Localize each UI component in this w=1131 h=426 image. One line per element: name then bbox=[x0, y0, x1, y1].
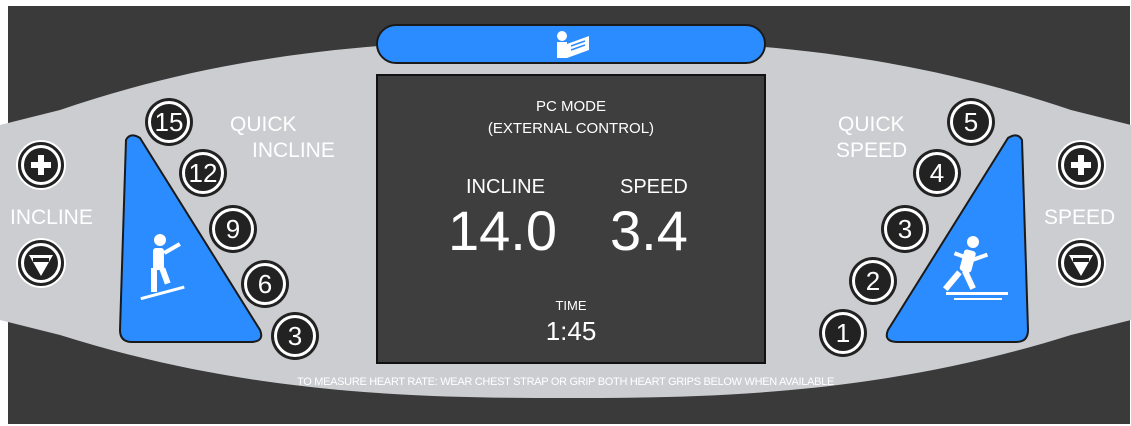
mode-line1: PC MODE bbox=[535, 98, 606, 115]
speed-up-button[interactable] bbox=[1058, 142, 1104, 188]
incline-down-button[interactable] bbox=[18, 240, 64, 286]
incline-display-value: 14.0 bbox=[448, 199, 557, 262]
plus-icon bbox=[24, 148, 58, 182]
speed-down-button[interactable] bbox=[1058, 240, 1104, 286]
incline-display-label: INCLINE bbox=[466, 176, 545, 198]
minus-triangle-icon bbox=[1064, 246, 1098, 280]
quick-incline-3-button[interactable]: 3 bbox=[274, 315, 316, 357]
quick-incline-9-button[interactable]: 9 bbox=[212, 208, 254, 250]
footer-heart-rate-note: TO MEASURE HEART RATE: WEAR CHEST STRAP … bbox=[296, 376, 835, 388]
quick-incline-15-button[interactable]: 15 bbox=[148, 101, 190, 143]
display-screen: PC MODE (EXTERNAL CONTROL) INCLINE 14.0 … bbox=[376, 74, 766, 364]
quick-incline-label-line2: INCLINE bbox=[252, 139, 335, 162]
minus-triangle-icon bbox=[24, 246, 58, 280]
manual-book-icon bbox=[557, 31, 589, 58]
quick-incline-6-button[interactable]: 6 bbox=[244, 263, 286, 305]
manual-bar[interactable] bbox=[376, 24, 766, 64]
speed-side-label: SPEED bbox=[1044, 206, 1116, 229]
quick-speed-1-button[interactable]: 1 bbox=[822, 312, 864, 354]
quick-incline-12-button[interactable]: 12 bbox=[182, 152, 224, 194]
plus-icon bbox=[1064, 148, 1098, 182]
time-display-label: TIME bbox=[555, 298, 587, 313]
time-display-value: 1:45 bbox=[545, 316, 597, 346]
incline-up-button[interactable] bbox=[18, 142, 64, 188]
quick-incline-label-line1: QUICK bbox=[230, 113, 297, 136]
speed-blue-panel bbox=[885, 134, 1030, 343]
mode-line2: (EXTERNAL CONTROL) bbox=[487, 120, 655, 137]
speed-display-value: 3.4 bbox=[610, 199, 688, 262]
incline-side-label: INCLINE bbox=[10, 206, 93, 229]
speed-display-label: SPEED bbox=[620, 176, 688, 198]
treadmill-console: INCLINE 15 12 9 6 3 QUICK INCLINE PC MOD… bbox=[0, 0, 1131, 426]
